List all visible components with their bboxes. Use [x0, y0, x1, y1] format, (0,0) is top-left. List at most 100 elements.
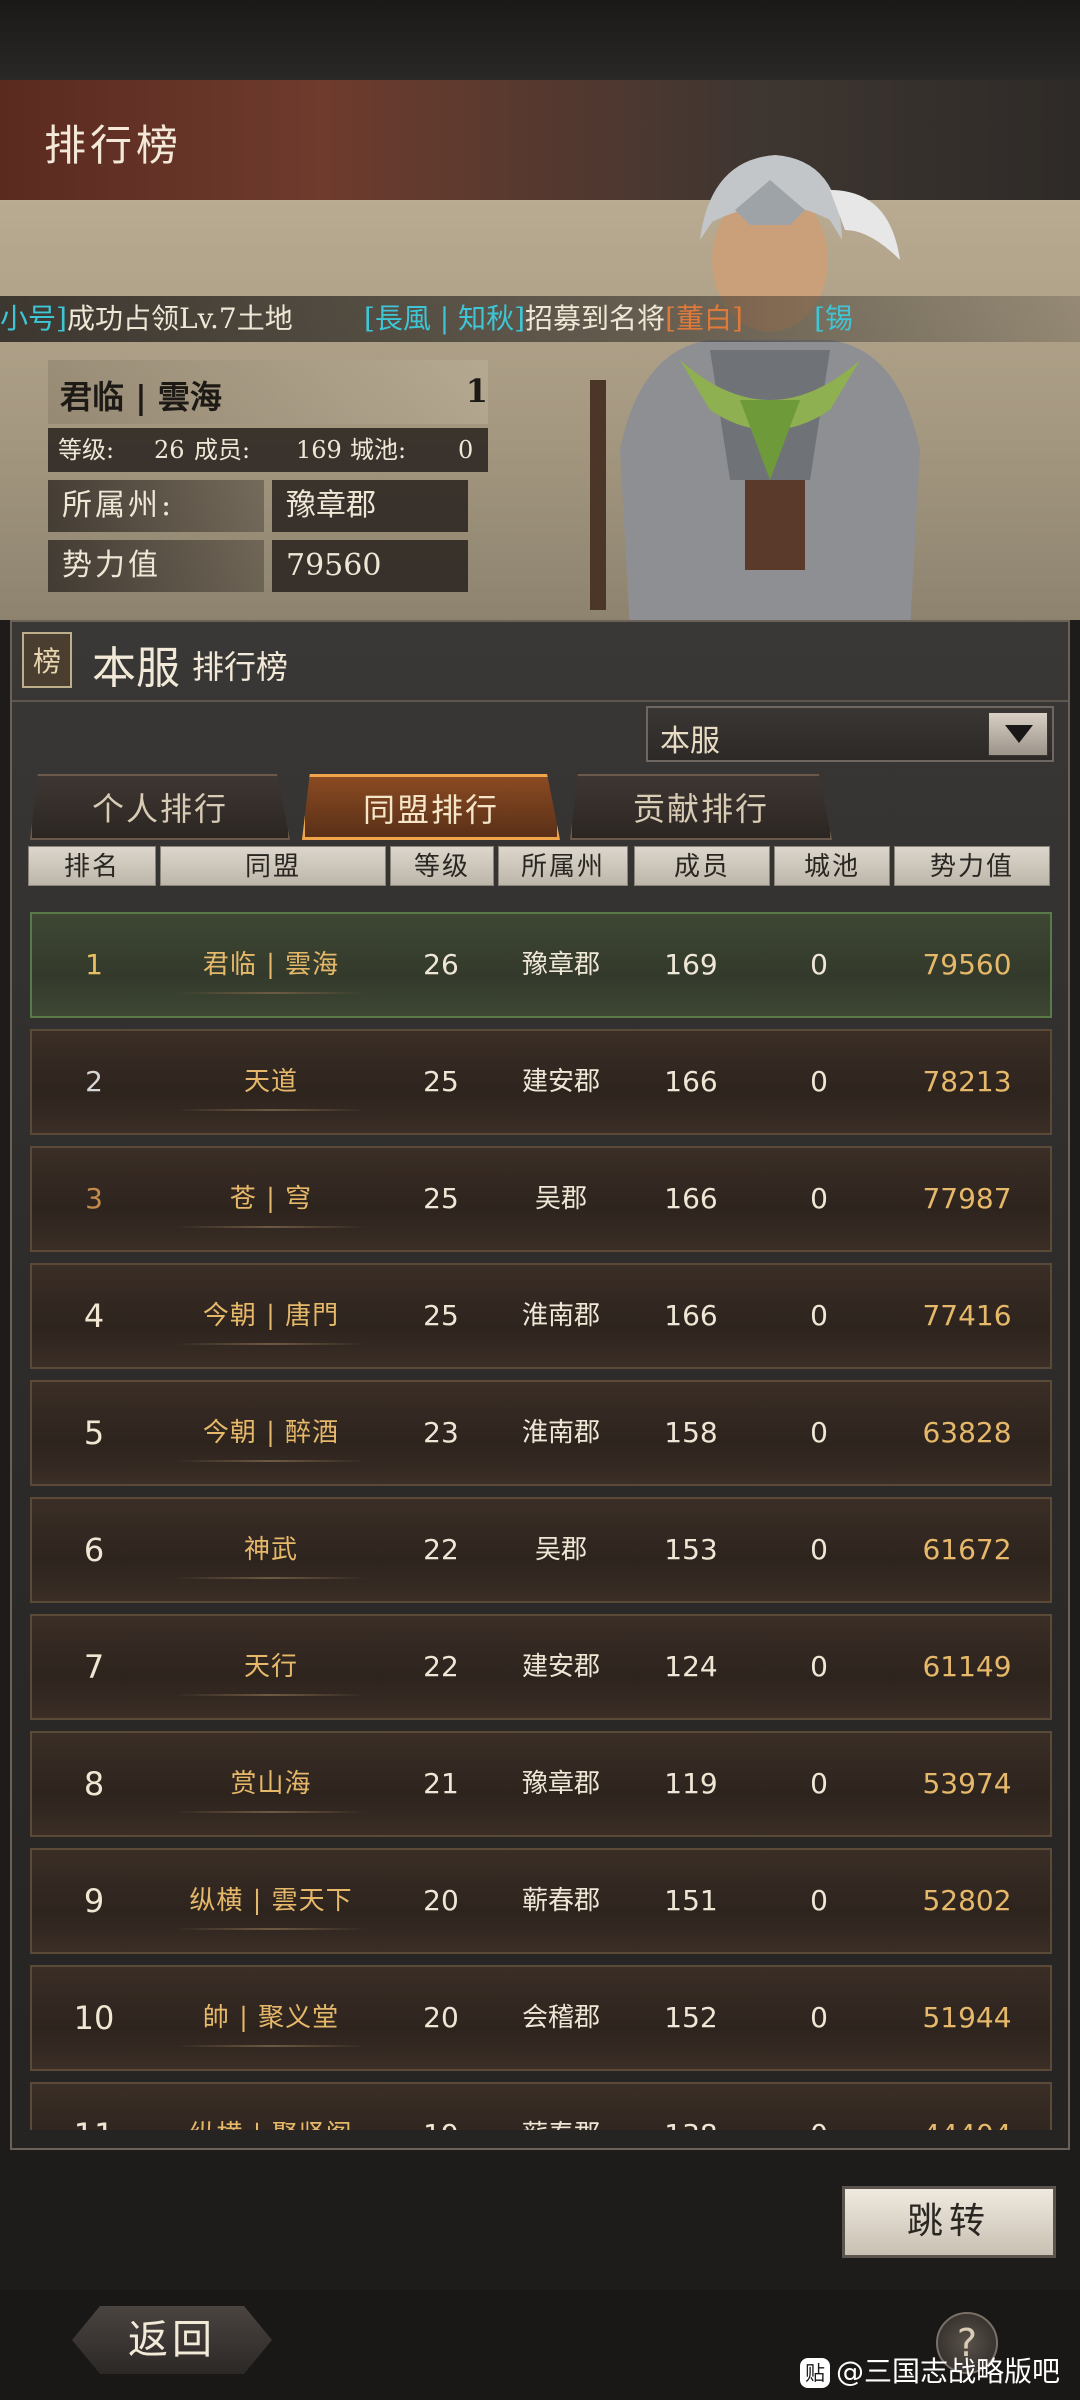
chevron-down-icon[interactable] — [988, 712, 1048, 756]
col-power[interactable]: 势力值 — [894, 846, 1050, 886]
cities-cell: 0 — [810, 1416, 828, 1449]
level-cell: 23 — [423, 1416, 459, 1449]
ranking-row[interactable]: 10 帥 | 聚义堂 20 会稽郡 152 0 51944 — [30, 1965, 1052, 2071]
level-cell: 26 — [423, 948, 459, 981]
level-value: 26 — [154, 436, 185, 464]
jump-button[interactable]: 跳转 — [842, 2186, 1056, 2258]
panel-divider — [12, 700, 1068, 702]
ranking-row[interactable]: 2 天道 25 建安郡 166 0 78213 — [30, 1029, 1052, 1135]
state-cell: 淮南郡 — [521, 1418, 600, 1448]
cities-cell: 0 — [810, 1650, 828, 1683]
power-cell: 78213 — [922, 1065, 1012, 1098]
cities-cell: 0 — [810, 948, 828, 981]
state-label: 所属州: — [48, 480, 264, 532]
col-alliance[interactable]: 同盟 — [160, 846, 386, 886]
members-cell: 158 — [664, 1416, 718, 1449]
col-members[interactable]: 成员 — [634, 846, 770, 886]
ranking-row[interactable]: 8 赏山海 21 豫章郡 119 0 53974 — [30, 1731, 1052, 1837]
rank-cell: 5 — [83, 1414, 105, 1452]
my-alliance-name: 君临 | 雲海 — [60, 378, 222, 416]
alliance-cell: 今朝 | 醉酒 — [156, 1382, 386, 1484]
my-alliance-card: 君临 | 雲海 1 等级: 26 成员: 169 城池: 0 所属州: 豫章郡 … — [48, 360, 488, 600]
state-cell: 会稽郡 — [521, 2003, 600, 2033]
members-cell: 166 — [664, 1182, 718, 1215]
rank-cell: 8 — [83, 1765, 105, 1803]
back-button[interactable]: 返回 — [72, 2306, 272, 2374]
level-cell: 25 — [423, 1065, 459, 1098]
alliance-cell: 天道 — [156, 1031, 386, 1133]
panel-title-server: 本服 — [92, 643, 180, 694]
ticker-prefix: 小号] — [0, 302, 67, 335]
power-cell: 52802 — [922, 1884, 1012, 1917]
state-cell: 豫章郡 — [521, 950, 600, 980]
my-alliance-rank: 1 — [465, 372, 488, 410]
col-level[interactable]: 等级 — [390, 846, 494, 886]
my-alliance-name-row: 君临 | 雲海 1 — [48, 360, 488, 424]
tab-contribution-rank[interactable]: 贡献排行 — [570, 774, 832, 840]
power-cell: 77987 — [922, 1182, 1012, 1215]
alliance-ranking-list[interactable]: 1 君临 | 雲海 26 豫章郡 169 0 79560 2 天道 25 建安郡… — [30, 910, 1052, 2130]
cities-cell: 0 — [810, 1767, 828, 1800]
col-rank[interactable]: 排名 — [28, 846, 156, 886]
alliance-cell: 苍 | 穹 — [156, 1148, 386, 1250]
cities-cell: 0 — [810, 1299, 828, 1332]
alliance-cell: 帥 | 聚义堂 — [156, 1967, 386, 2069]
level-cell: 19 — [386, 2084, 496, 2130]
members-cell: 119 — [664, 1767, 718, 1800]
col-state[interactable]: 所属州 — [498, 846, 628, 886]
ticker-text-2: 招募到名将 — [525, 302, 666, 335]
ranking-row[interactable]: 4 今朝 | 唐門 25 淮南郡 166 0 77416 — [30, 1263, 1052, 1369]
level-cell: 21 — [423, 1767, 459, 1800]
watermark-text: @三国志战略版吧 — [836, 2355, 1061, 2388]
page-title: 排行榜 — [44, 121, 183, 170]
level-label: 等级: — [58, 436, 115, 464]
server-select-value: 本服 — [660, 724, 720, 759]
ranking-row[interactable]: 3 苍 | 穹 25 吴郡 166 0 77987 — [30, 1146, 1052, 1252]
alliance-cell: 今朝 | 唐門 — [156, 1265, 386, 1367]
members-cell: 153 — [664, 1533, 718, 1566]
server-select[interactable]: 本服 — [646, 706, 1054, 762]
rank-cell: 7 — [83, 1648, 105, 1686]
tab-personal-rank[interactable]: 个人排行 — [30, 774, 290, 840]
watermark: 贴 @三国志战略版吧 — [800, 2350, 1060, 2390]
level-cell: 22 — [423, 1533, 459, 1566]
alliance-cell: 纵横 | 聚贤阁 — [156, 2084, 386, 2130]
power-cell: 61149 — [922, 1650, 1012, 1683]
level-cell: 25 — [423, 1182, 459, 1215]
level-cell: 22 — [423, 1650, 459, 1683]
announcement-ticker: 小号]成功占领Lv.7土地 [長風 | 知秋]招募到名将[董白] [锡 — [0, 296, 1080, 342]
rank-cell: 6 — [83, 1531, 105, 1569]
ticker-alliance: [長風 | 知秋] — [363, 302, 526, 335]
alliance-cell: 神武 — [156, 1499, 386, 1601]
ranking-row[interactable]: 6 神武 22 吴郡 153 0 61672 — [30, 1497, 1052, 1603]
level-cell: 20 — [423, 2001, 459, 2034]
state-cell: 建安郡 — [521, 1652, 600, 1682]
cities-value: 0 — [458, 436, 474, 464]
state-row: 所属州: 豫章郡 — [48, 480, 468, 532]
members-label: 成员: — [194, 436, 251, 464]
rank-cell: 1 — [85, 948, 103, 981]
ranking-row[interactable]: 1 君临 | 雲海 26 豫章郡 169 0 79560 — [30, 912, 1052, 1018]
ticker-text-1: 成功占领Lv.7土地 — [66, 302, 293, 335]
state-value: 豫章郡 — [272, 480, 468, 532]
cities-label: 城池: — [350, 436, 407, 464]
ranking-row[interactable]: 9 纵横 | 雲天下 20 蕲春郡 151 0 52802 — [30, 1848, 1052, 1954]
ticker-tail: [锡 — [814, 302, 854, 335]
my-alliance-stats: 等级: 26 成员: 169 城池: 0 — [48, 428, 488, 472]
top-decor-strip — [0, 0, 1080, 80]
tab-alliance-rank[interactable]: 同盟排行 — [302, 774, 560, 840]
power-cell: 79560 — [922, 948, 1012, 981]
ranking-row[interactable]: 11 纵横 | 聚贤阁 19 蕲春郡 138 0 44404 — [30, 2082, 1052, 2130]
alliance-cell: 君临 | 雲海 — [156, 914, 386, 1016]
state-cell: 蕲春郡 — [496, 2084, 626, 2130]
power-cell: 51944 — [922, 2001, 1012, 2034]
col-cities[interactable]: 城池 — [774, 846, 890, 886]
ranking-row[interactable]: 7 天行 22 建安郡 124 0 61149 — [30, 1614, 1052, 1720]
state-cell: 蕲春郡 — [521, 1886, 600, 1916]
members-cell: 166 — [664, 1299, 718, 1332]
rank-board-icon: 榜 — [22, 632, 72, 688]
power-value: 79560 — [272, 540, 468, 592]
rank-cell: 3 — [85, 1182, 103, 1215]
members-cell: 138 — [626, 2084, 756, 2130]
ranking-row[interactable]: 5 今朝 | 醉酒 23 淮南郡 158 0 63828 — [30, 1380, 1052, 1486]
